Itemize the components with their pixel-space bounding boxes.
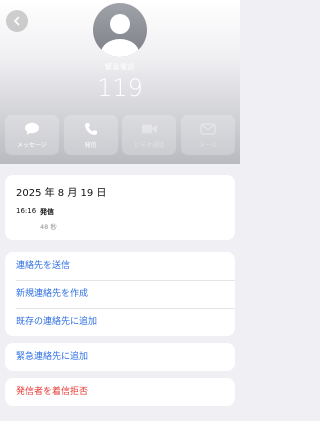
call-date: 2025 年 8 月 19 日	[16, 188, 107, 199]
add-to-existing-contact-link[interactable]: 既存の連絡先に追加	[5, 308, 235, 336]
mail-label: メール	[198, 142, 217, 149]
call-entry: 16:16 発信	[16, 207, 224, 217]
video-call-button[interactable]: ビデオ通話	[122, 115, 177, 155]
block-card: 発信者を着信拒否	[5, 378, 235, 406]
call-history-card: 2025 年 8 月 19 日 16:16 発信 48 秒	[5, 175, 235, 240]
contact-header: 緊急電話 119 メッセージ 発信 ビデオ通話 メール	[0, 0, 240, 164]
create-contact-link[interactable]: 新規連絡先を作成	[5, 280, 235, 308]
chevron-left-icon	[14, 16, 20, 26]
call-button[interactable]: 発信	[63, 115, 118, 155]
message-icon	[25, 122, 39, 135]
call-type: 発信	[40, 208, 54, 216]
mail-icon	[200, 123, 216, 135]
avatar	[93, 3, 147, 57]
call-label: 発信	[84, 142, 97, 149]
contact-name: 緊急電話	[105, 63, 135, 71]
mail-button[interactable]: メール	[180, 115, 235, 155]
action-buttons: メッセージ 発信 ビデオ通話 メール	[5, 115, 235, 155]
call-duration: 48 秒	[40, 223, 57, 231]
share-contact-link[interactable]: 連絡先を送信	[5, 252, 235, 280]
contact-actions-card: 連絡先を送信 新規連絡先を作成 既存の連絡先に追加	[5, 252, 235, 336]
message-button[interactable]: メッセージ	[5, 115, 59, 155]
contact-number: 119	[97, 74, 143, 102]
person-silhouette-icon	[101, 14, 139, 57]
phone-icon	[84, 123, 97, 135]
add-emergency-contact-link[interactable]: 緊急連絡先に追加	[5, 343, 235, 371]
back-button[interactable]	[6, 10, 28, 32]
emergency-card: 緊急連絡先に追加	[5, 343, 235, 371]
call-time: 16:16	[16, 207, 37, 215]
video-icon	[141, 124, 157, 134]
video-call-label: ビデオ通話	[134, 142, 165, 149]
message-label: メッセージ	[17, 142, 47, 149]
block-caller-link[interactable]: 発信者を着信拒否	[5, 378, 235, 406]
